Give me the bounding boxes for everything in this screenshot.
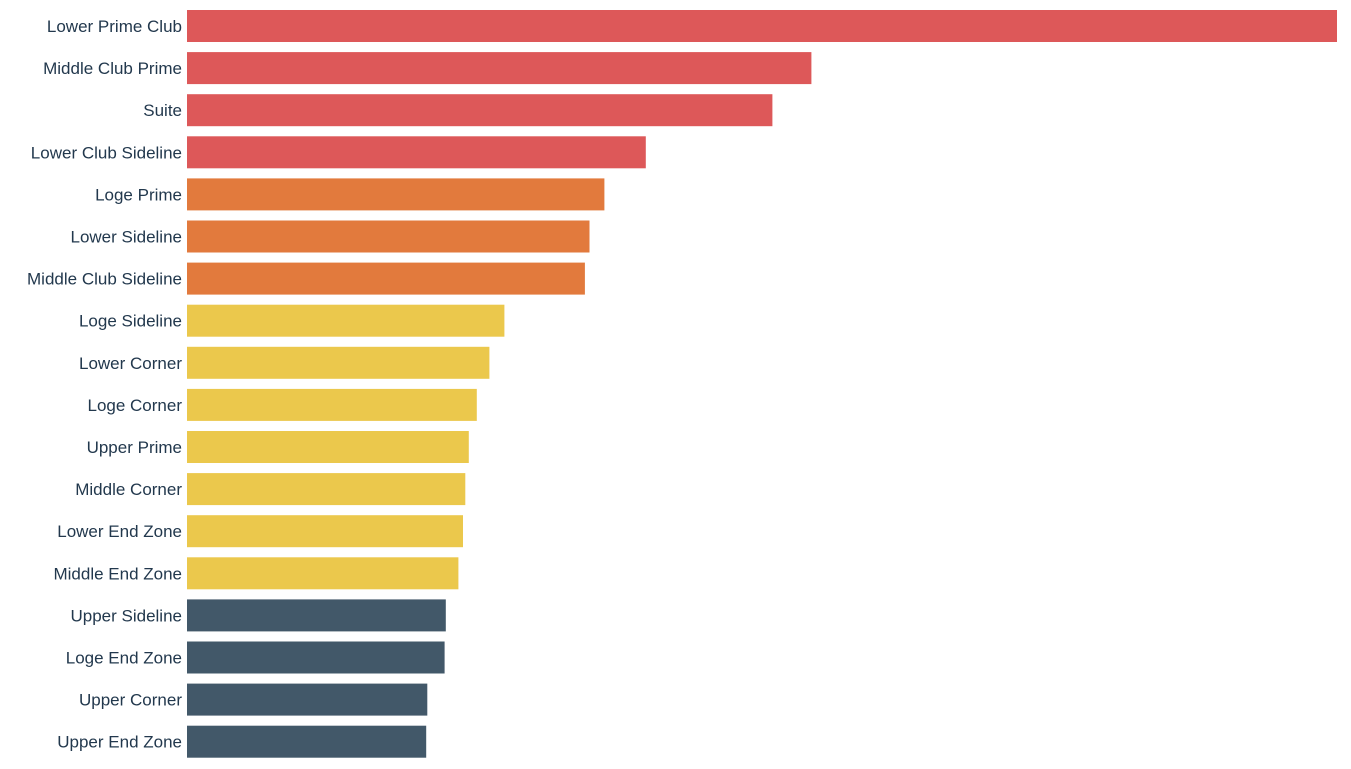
category-label: Loge End Zone xyxy=(66,649,182,668)
category-label: Middle Club Sideline xyxy=(27,270,182,289)
category-label: Loge Prime xyxy=(95,185,182,204)
bar-lower-end-zone xyxy=(187,515,463,548)
bar-lower-corner xyxy=(187,346,490,379)
category-label: Middle Corner xyxy=(75,480,182,499)
bar-lower-sideline xyxy=(187,220,590,253)
category-label: Lower Sideline xyxy=(70,228,182,247)
bar-lower-prime-club xyxy=(187,10,1337,42)
category-label: Lower Prime Club xyxy=(47,17,182,36)
bar-loge-prime xyxy=(187,178,605,211)
bar-suite xyxy=(187,94,773,127)
bar-middle-club-sideline xyxy=(187,262,585,295)
bars xyxy=(187,10,1337,758)
bar-middle-club-prime xyxy=(187,52,812,85)
bar-middle-end-zone xyxy=(187,557,459,590)
category-label: Upper Sideline xyxy=(70,606,182,625)
category-label: Loge Sideline xyxy=(79,312,182,331)
category-label: Upper Prime xyxy=(87,438,182,457)
category-labels: Lower Prime Club Middle Club Prime Suite Lo… xyxy=(27,17,182,752)
bar-upper-corner xyxy=(187,683,428,716)
horizontal-bar-chart: Lower Prime Club Middle Club Prime Suite Lo… xyxy=(27,10,1337,758)
bar-loge-end-zone xyxy=(187,641,445,674)
category-label: Middle End Zone xyxy=(53,564,182,583)
category-label: Lower Corner xyxy=(79,354,182,373)
category-label: Upper Corner xyxy=(79,691,182,710)
category-label: Loge Corner xyxy=(87,396,182,415)
category-label: Lower Club Sideline xyxy=(31,143,182,162)
category-label: Upper End Zone xyxy=(57,733,182,752)
bar-upper-sideline xyxy=(187,599,446,632)
category-label: Lower End Zone xyxy=(57,522,182,541)
bar-loge-sideline xyxy=(187,304,505,337)
bar-loge-corner xyxy=(187,388,477,421)
category-label: Suite xyxy=(143,101,182,120)
bar-upper-prime xyxy=(187,431,469,463)
bar-upper-end-zone xyxy=(187,725,427,758)
bar-lower-club-sideline xyxy=(187,136,646,169)
category-label: Middle Club Prime xyxy=(43,59,182,78)
bar-middle-corner xyxy=(187,473,466,506)
